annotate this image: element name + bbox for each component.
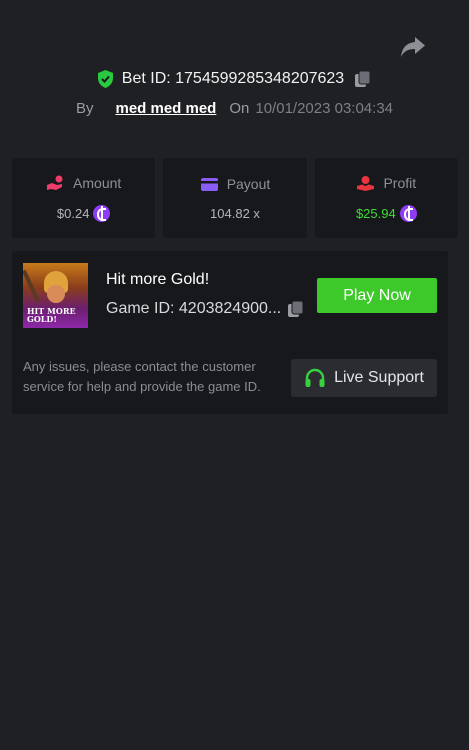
verified-shield-icon [97, 70, 113, 88]
game-card: HIT MORE GOLD! Hit more Gold! Game ID: 4… [12, 251, 448, 414]
bet-meta-row: By med med med On 10/01/2023 03:04:34 [0, 97, 469, 119]
card-icon [200, 177, 218, 191]
stat-payout: Payout 104.82 x [163, 158, 307, 238]
bet-detail-page: Bet ID: 1754599285348207623 By med med m… [0, 0, 469, 750]
game-thumbnail[interactable]: HIT MORE GOLD! [23, 263, 88, 328]
copy-icon[interactable] [287, 300, 305, 318]
game-title: Hit more Gold! [106, 271, 210, 288]
amount-label: Amount [73, 175, 122, 191]
profit-label: Profit [383, 175, 417, 191]
pickaxe-graphic [23, 269, 40, 303]
live-support-button[interactable]: Live Support [291, 359, 437, 397]
bet-stats: Amount $0.24 Payout 104.82 x Profit $25.… [12, 158, 458, 238]
support-info-text: Any issues, please contact the customer … [23, 359, 261, 394]
payout-value: 104.82 x [210, 205, 260, 221]
headset-icon [305, 368, 325, 387]
stat-profit: Profit $25.94 [314, 158, 458, 238]
stat-amount: Amount $0.24 [12, 158, 156, 238]
live-support-label: Live Support [334, 369, 424, 386]
coin-icon [399, 204, 417, 222]
coin-icon [93, 204, 111, 222]
hand-coins-icon [47, 175, 63, 190]
game-id-row: Game ID: 4203824900... [106, 300, 305, 318]
miner-face-graphic [47, 285, 65, 303]
username-link[interactable]: med med med [115, 100, 216, 117]
thumbnail-title: HIT MORE GOLD! [27, 306, 76, 324]
money-hand-icon [357, 175, 375, 191]
game-id: Game ID: 4203824900... [106, 300, 282, 317]
on-label: On [229, 99, 250, 117]
payout-label: Payout [226, 176, 271, 192]
share-icon[interactable] [400, 36, 426, 58]
bet-id: Bet ID: 1754599285348207623 [121, 70, 345, 87]
bet-datetime: 10/01/2023 03:04:34 [255, 99, 394, 117]
by-label: By [75, 99, 94, 117]
profit-value: $25.94 [355, 205, 396, 221]
amount-value: $0.24 [56, 205, 90, 221]
copy-icon[interactable] [354, 70, 372, 88]
bet-id-row: Bet ID: 1754599285348207623 [0, 68, 469, 90]
play-now-button[interactable]: Play Now [317, 278, 437, 313]
